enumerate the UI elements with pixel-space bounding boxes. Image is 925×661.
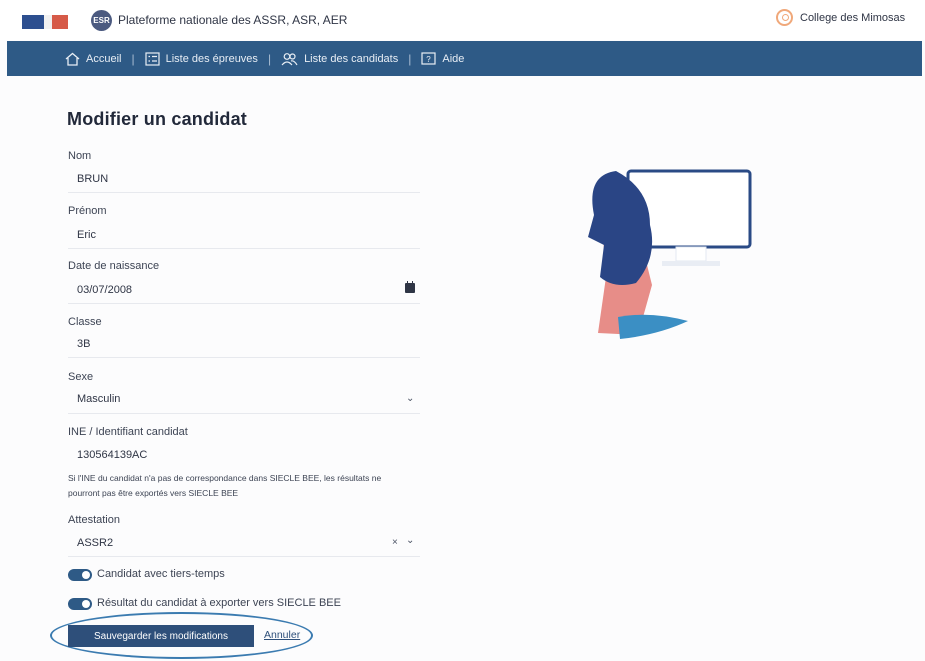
ine-label: INE / Identifiant candidat [68, 426, 188, 438]
attestation-select[interactable]: ASSR2 [77, 537, 113, 549]
nav-label: Accueil [86, 52, 122, 65]
prenom-label: Prénom [68, 205, 107, 217]
nom-label: Nom [68, 150, 92, 162]
chevron-down-icon[interactable]: ⌄ [406, 393, 414, 404]
nom-field[interactable]: BRUN [77, 173, 108, 185]
tiers-temps-label: Candidat avec tiers-temps [97, 568, 225, 580]
sexe-label: Sexe [68, 371, 94, 383]
page-title: Modifier un candidat [67, 109, 248, 129]
naissance-field[interactable]: 03/07/2008 [77, 284, 132, 296]
divider [68, 303, 420, 304]
chevron-down-icon[interactable]: ⌄ [406, 535, 414, 546]
republique-flag-logo [22, 11, 68, 31]
attestation-label: Attestation [68, 514, 120, 526]
checklist-icon [144, 51, 160, 66]
nav-item-epreuves[interactable]: Liste des épreuves [144, 41, 258, 76]
nav-separator: | [267, 51, 272, 66]
nav-separator: | [408, 51, 412, 66]
esr-logo: ESR [91, 10, 112, 31]
classe-label: Classe [68, 316, 102, 328]
main-nav: Accueil | Liste des épreuves | Liste des… [7, 41, 922, 76]
sexe-select[interactable]: Masculin [77, 393, 120, 405]
prenom-field[interactable]: Eric [77, 229, 96, 241]
save-button[interactable]: Sauvegarder les modifications [68, 625, 254, 647]
tiers-temps-toggle[interactable] [68, 569, 92, 581]
divider [68, 413, 420, 414]
naissance-label: Date de naissance [68, 260, 160, 272]
svg-text:?: ? [427, 55, 432, 64]
nav-label: Liste des candidats [304, 52, 399, 65]
divider [68, 192, 420, 193]
help-icon: ? [421, 51, 436, 65]
nav-item-candidats[interactable]: Liste des candidats [281, 41, 398, 76]
divider [68, 357, 420, 358]
nav-separator: | [131, 51, 135, 66]
home-icon [65, 52, 80, 66]
users-icon [281, 52, 298, 65]
divider [68, 556, 420, 557]
nav-label: Aide [442, 52, 465, 65]
calendar-icon[interactable] [405, 281, 415, 293]
ine-help-text: Si l'INE du candidat n'a pas de correspo… [68, 473, 382, 498]
clear-icon[interactable]: × [392, 537, 398, 548]
nav-item-accueil[interactable]: Accueil [65, 41, 121, 76]
top-header: ESR Plateforme nationale des ASSR, ASR, … [0, 0, 925, 40]
ine-field[interactable]: 130564139AC [77, 449, 147, 461]
classe-field[interactable]: 3B [77, 338, 90, 350]
nav-label: Liste des épreuves [165, 52, 258, 65]
school-name[interactable]: College des Mimosas [800, 12, 905, 24]
divider [68, 248, 420, 249]
nav-item-aide[interactable]: ? Aide [421, 41, 464, 76]
school-icon [776, 9, 793, 26]
cancel-link[interactable]: Annuler [264, 629, 300, 641]
candidate-illustration [588, 169, 752, 339]
export-toggle[interactable] [68, 598, 92, 610]
export-label: Résultat du candidat à exporter vers SIE… [97, 597, 341, 609]
platform-title[interactable]: Plateforme nationale des ASSR, ASR, AER [118, 13, 347, 27]
